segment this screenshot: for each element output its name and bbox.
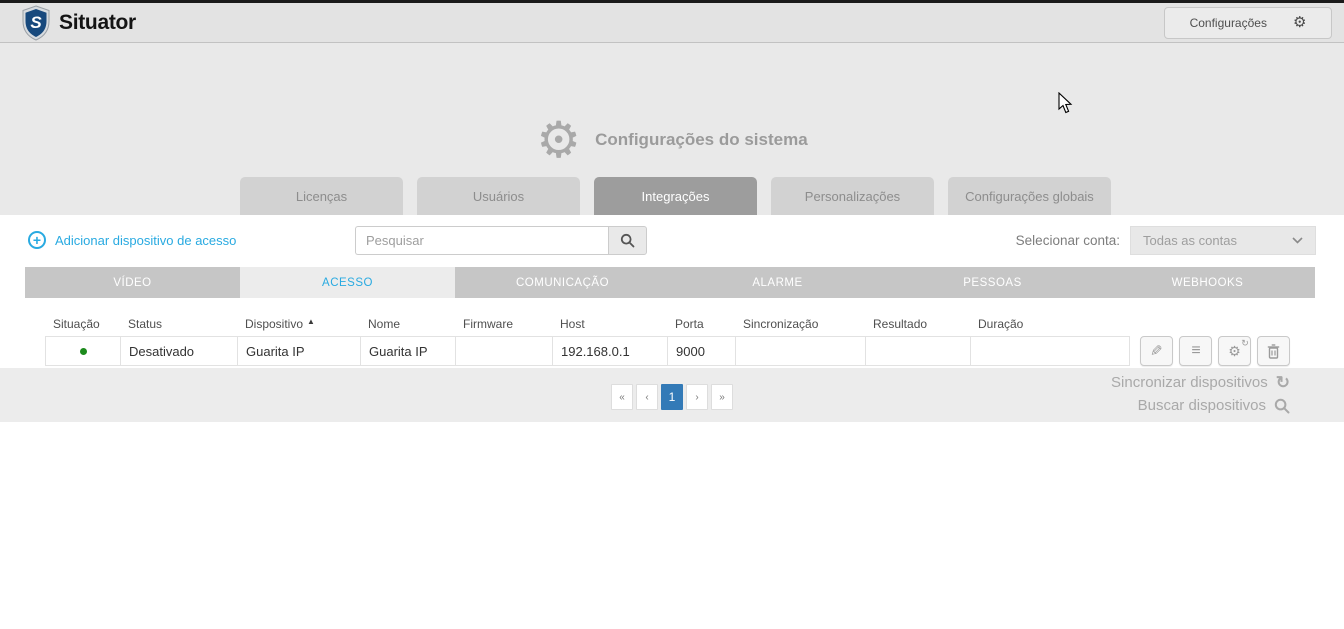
sync-settings-button[interactable]: ⚙ ↻	[1218, 336, 1251, 366]
pagination-prev-button[interactable]: ‹	[636, 384, 658, 410]
pagination-next-button[interactable]: ›	[686, 384, 708, 410]
account-select[interactable]: Todas as contas	[1130, 225, 1316, 255]
sync-devices-label: Sincronizar dispositivos	[1111, 374, 1268, 391]
tab-personalizacoes[interactable]: Personalizações	[771, 177, 934, 215]
main-tabs: Licenças Usuários Integrações Personaliz…	[240, 177, 1111, 215]
search-devices-link[interactable]: Buscar dispositivos	[1111, 394, 1290, 417]
gears-sync-icon: ⚙ ↻	[1228, 337, 1249, 359]
shield-logo-icon: S	[22, 4, 50, 41]
subtab-video[interactable]: VÍDEO	[25, 267, 240, 298]
search-button[interactable]	[608, 226, 647, 255]
subtab-webhooks[interactable]: WEBHOOKS	[1100, 267, 1315, 298]
integration-sub-tabs: VÍDEO ACESSO COMUNICAÇÃO ALARME PESSOAS …	[25, 267, 1315, 298]
pagination-first-button[interactable]: «	[611, 384, 633, 410]
pagination: « ‹ 1 › »	[611, 384, 733, 410]
column-header-porta[interactable]: Porta	[667, 311, 735, 336]
tab-configuracoes-globais[interactable]: Configurações globais	[948, 177, 1111, 215]
devices-table: Situação Status Dispositivo ▲ Nome Firmw…	[0, 298, 1344, 366]
tab-integracoes[interactable]: Integrações	[594, 177, 757, 215]
row-actions: ✎ ≡ ⚙ ↻	[1140, 336, 1290, 366]
refresh-icon: ↻	[1275, 373, 1290, 392]
app-name: Situator	[59, 10, 136, 34]
column-header-resultado[interactable]: Resultado	[865, 311, 970, 336]
column-header-nome[interactable]: Nome	[360, 311, 455, 336]
account-select-value: Todas as contas	[1143, 232, 1237, 248]
cell-sincronizacao	[736, 337, 866, 365]
list-icon: ≡	[1191, 342, 1200, 359]
cell-situacao	[46, 337, 121, 365]
subtab-alarme[interactable]: ALARME	[670, 267, 885, 298]
column-header-host[interactable]: Host	[552, 311, 667, 336]
add-access-device-label: Adicionar dispositivo de acesso	[55, 232, 237, 248]
search-input[interactable]	[355, 226, 608, 255]
search-devices-icon	[1274, 398, 1290, 413]
tab-usuarios[interactable]: Usuários	[417, 177, 580, 215]
column-header-sincronizacao[interactable]: Sincronização	[735, 311, 865, 336]
subtab-acesso[interactable]: ACESSO	[240, 267, 455, 298]
add-access-device-link[interactable]: + Adicionar dispositivo de acesso	[28, 231, 236, 249]
sync-devices-link[interactable]: Sincronizar dispositivos ↻	[1111, 371, 1290, 394]
column-header-duracao[interactable]: Duração	[970, 311, 1128, 336]
gear-outline-icon: ⚙	[536, 112, 582, 168]
cell-status: Desativado	[121, 337, 238, 365]
trash-icon	[1267, 343, 1280, 359]
tab-licencas[interactable]: Licenças	[240, 177, 403, 215]
table-row[interactable]: Desativado Guarita IP Guarita IP 192.168…	[45, 336, 1130, 366]
subtab-pessoas[interactable]: PESSOAS	[885, 267, 1100, 298]
subtab-comunicacao[interactable]: COMUNICAÇÃO	[455, 267, 670, 298]
cell-dispositivo: Guarita IP	[238, 337, 361, 365]
footer-links: Sincronizar dispositivos ↻ Buscar dispos…	[1111, 371, 1290, 417]
svg-text:S: S	[30, 13, 42, 32]
column-header-firmware[interactable]: Firmware	[455, 311, 552, 336]
toolbar: + Adicionar dispositivo de acesso Seleci…	[0, 215, 1344, 265]
cell-duracao	[971, 337, 1129, 365]
settings-button-label: Configurações	[1189, 15, 1267, 30]
cell-nome: Guarita IP	[361, 337, 456, 365]
details-button[interactable]: ≡	[1179, 336, 1212, 366]
table-header-row: Situação Status Dispositivo ▲ Nome Firmw…	[45, 311, 1344, 336]
page: S Situator Configurações ⚙ ⚙ Configuraçõ…	[0, 0, 1344, 629]
cell-porta: 9000	[668, 337, 736, 365]
page-title: ⚙ Configurações do sistema	[0, 115, 1344, 165]
pagination-last-button[interactable]: »	[711, 384, 733, 410]
app-logo: S Situator	[20, 4, 136, 41]
search-devices-label: Buscar dispositivos	[1137, 397, 1266, 414]
edit-button[interactable]: ✎	[1140, 336, 1173, 366]
gear-icon: ⚙	[1292, 14, 1307, 31]
account-select-label: Selecionar conta:	[1015, 232, 1120, 248]
cell-resultado	[866, 337, 971, 365]
hero-section: ⚙ Configurações do sistema Licenças Usuá…	[0, 43, 1344, 215]
column-header-situacao[interactable]: Situação	[45, 311, 120, 336]
account-select-group: Selecionar conta: Todas as contas	[1015, 225, 1316, 255]
column-header-dispositivo[interactable]: Dispositivo ▲	[237, 311, 360, 336]
status-ok-dot	[79, 347, 87, 355]
column-header-status[interactable]: Status	[120, 311, 237, 336]
pencil-icon: ✎	[1150, 343, 1163, 360]
plus-circle-icon: +	[28, 231, 46, 249]
top-bar: S Situator Configurações ⚙	[0, 0, 1344, 43]
cell-firmware	[456, 337, 553, 365]
delete-button[interactable]	[1257, 336, 1290, 366]
search-icon	[620, 233, 635, 248]
search-group	[355, 226, 647, 255]
sort-asc-icon: ▲	[307, 317, 315, 326]
chevron-down-icon	[1292, 236, 1303, 244]
cell-host: 192.168.0.1	[553, 337, 668, 365]
settings-button[interactable]: Configurações ⚙	[1164, 6, 1332, 39]
page-title-text: Configurações do sistema	[595, 130, 808, 149]
table-footer: « ‹ 1 › » Sincronizar dispositivos ↻ Bus…	[0, 368, 1344, 422]
pagination-page-1-button[interactable]: 1	[661, 384, 683, 410]
table-body: Desativado Guarita IP Guarita IP 192.168…	[45, 336, 1344, 366]
